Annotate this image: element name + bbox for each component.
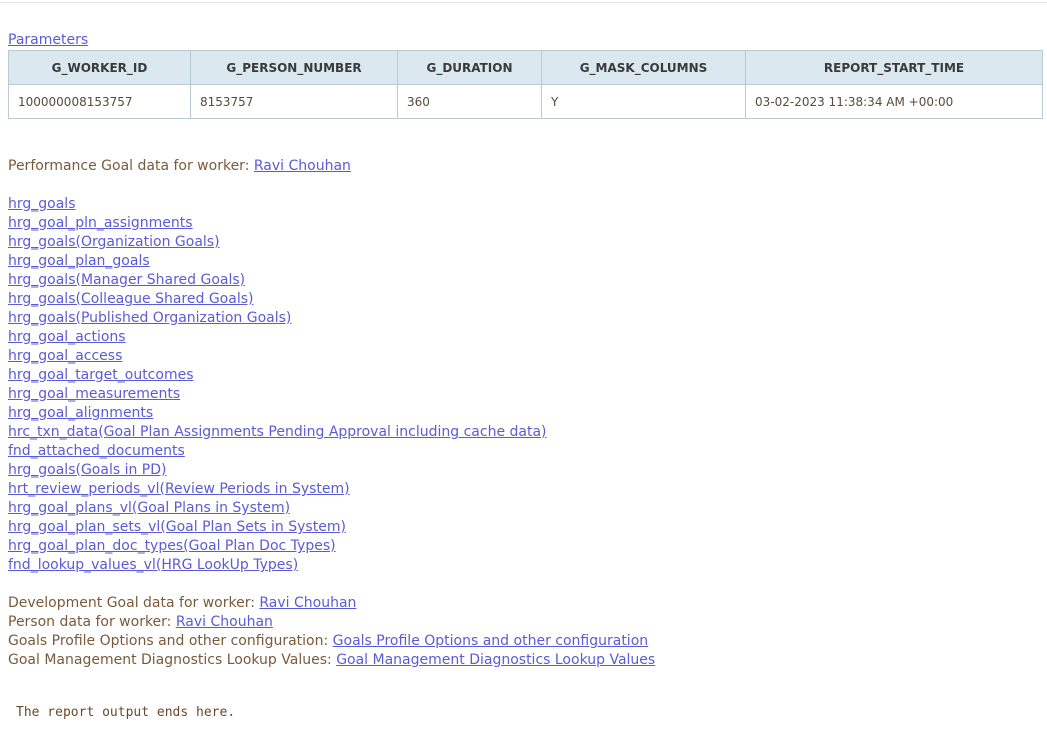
goal-links-list: hrg_goals hrg_goal_pln_assignments hrg_g… xyxy=(8,196,547,576)
link-hrg-goal-alignments[interactable]: hrg_goal_alignments xyxy=(8,405,547,424)
report-end-message: The report output ends here. xyxy=(16,705,236,720)
cell-person-number: 8153757 xyxy=(190,84,398,119)
diagnostics-lookup-label: Goal Management Diagnostics Lookup Value… xyxy=(8,652,337,668)
link-hrc-txn-data[interactable]: hrc_txn_data(Goal Plan Assignments Pendi… xyxy=(8,424,547,443)
diagnostics-lookup-line: Goal Management Diagnostics Lookup Value… xyxy=(8,652,655,671)
link-fnd-attached-documents[interactable]: fnd_attached_documents xyxy=(8,443,547,462)
profile-options-line: Goals Profile Options and other configur… xyxy=(8,633,655,652)
link-hrg-goals-manager-shared-goals[interactable]: hrg_goals(Manager Shared Goals) xyxy=(8,272,547,291)
cell-duration: 360 xyxy=(397,84,542,119)
performance-goal-label: Performance Goal data for worker: xyxy=(8,158,254,174)
link-hrg-goals-organization-goals[interactable]: hrg_goals(Organization Goals) xyxy=(8,234,547,253)
link-hrg-goal-plan-sets[interactable]: hrg_goal_plan_sets_vl(Goal Plan Sets in … xyxy=(8,519,547,538)
diagnostics-lookup-link[interactable]: Goal Management Diagnostics Lookup Value… xyxy=(336,652,655,668)
development-goal-worker-link[interactable]: Ravi Chouhan xyxy=(259,595,356,611)
link-hrg-goal-measurements[interactable]: hrg_goal_measurements xyxy=(8,386,547,405)
link-hrt-review-periods[interactable]: hrt_review_periods_vl(Review Periods in … xyxy=(8,481,547,500)
link-hrg-goal-plan-doc-types[interactable]: hrg_goal_plan_doc_types(Goal Plan Doc Ty… xyxy=(8,538,547,557)
column-header-worker-id: G_WORKER_ID xyxy=(8,50,191,85)
person-data-line: Person data for worker: Ravi Chouhan xyxy=(8,614,655,633)
link-hrg-goal-target-outcomes[interactable]: hrg_goal_target_outcomes xyxy=(8,367,547,386)
cell-report-start-time: 03-02-2023 11:38:34 AM +00:00 xyxy=(745,84,1043,119)
column-header-duration: G_DURATION xyxy=(397,50,542,85)
parameters-table: G_WORKER_ID G_PERSON_NUMBER G_DURATION G… xyxy=(8,50,1043,119)
table-row: 100000008153757 8153757 360 Y 03-02-2023… xyxy=(8,84,1043,119)
link-hrg-goals[interactable]: hrg_goals xyxy=(8,196,547,215)
performance-goal-worker-link[interactable]: Ravi Chouhan xyxy=(254,158,351,174)
column-header-mask-columns: G_MASK_COLUMNS xyxy=(541,50,746,85)
development-goal-line: Development Goal data for worker: Ravi C… xyxy=(8,595,655,614)
development-goal-label: Development Goal data for worker: xyxy=(8,595,260,611)
parameters-header-row: G_WORKER_ID G_PERSON_NUMBER G_DURATION G… xyxy=(8,50,1043,85)
link-fnd-lookup-values[interactable]: fnd_lookup_values_vl(HRG LookUp Types) xyxy=(8,557,547,576)
cell-mask-columns: Y xyxy=(541,84,746,119)
column-header-person-number: G_PERSON_NUMBER xyxy=(190,50,398,85)
link-hrg-goal-access[interactable]: hrg_goal_access xyxy=(8,348,547,367)
person-data-worker-link[interactable]: Ravi Chouhan xyxy=(176,614,273,630)
top-divider xyxy=(0,2,1047,3)
profile-options-link[interactable]: Goals Profile Options and other configur… xyxy=(333,633,648,649)
link-hrg-goal-pln-assignments[interactable]: hrg_goal_pln_assignments xyxy=(8,215,547,234)
column-header-report-start-time: REPORT_START_TIME xyxy=(745,50,1043,85)
performance-goal-line: Performance Goal data for worker: Ravi C… xyxy=(8,158,351,175)
profile-options-label: Goals Profile Options and other configur… xyxy=(8,633,333,649)
link-hrg-goals-in-pd[interactable]: hrg_goals(Goals in PD) xyxy=(8,462,547,481)
additional-data-section: Development Goal data for worker: Ravi C… xyxy=(8,595,655,671)
person-data-label: Person data for worker: xyxy=(8,614,176,630)
link-hrg-goal-actions[interactable]: hrg_goal_actions xyxy=(8,329,547,348)
link-hrg-goals-published-organization-goals[interactable]: hrg_goals(Published Organization Goals) xyxy=(8,310,547,329)
link-hrg-goal-plans[interactable]: hrg_goal_plans_vl(Goal Plans in System) xyxy=(8,500,547,519)
parameters-link[interactable]: Parameters xyxy=(8,32,88,49)
link-hrg-goal-plan-goals[interactable]: hrg_goal_plan_goals xyxy=(8,253,547,272)
link-hrg-goals-colleague-shared-goals[interactable]: hrg_goals(Colleague Shared Goals) xyxy=(8,291,547,310)
cell-worker-id: 100000008153757 xyxy=(8,84,191,119)
